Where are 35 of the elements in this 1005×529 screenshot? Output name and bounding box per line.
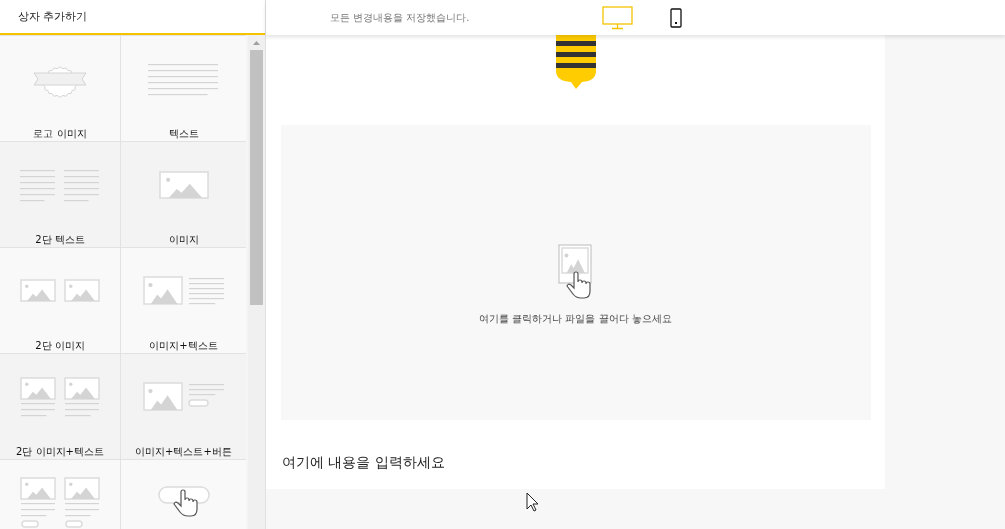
block-tile[interactable]: 이미지+텍스트+버튼 <box>121 354 246 459</box>
mobile-view-button[interactable] <box>670 7 682 28</box>
scrollbar-thumb[interactable] <box>250 50 263 305</box>
two-column-text-icon <box>20 168 100 202</box>
tile-label: 로고 이미지 <box>33 127 87 141</box>
scroll-up-icon[interactable] <box>252 39 261 47</box>
tile-label: 이미지+텍스트+버튼 <box>135 445 232 459</box>
block-tile[interactable]: 2단 이미지+텍스트 <box>0 354 120 459</box>
text-lines-icon <box>147 62 220 96</box>
tile-label: 2단 이미지+텍스트 <box>16 445 104 459</box>
tile-label: 2단 텍스트 <box>35 233 85 247</box>
two-image-text-icon <box>20 377 100 417</box>
tile-label: 이미지+텍스트 <box>149 339 218 353</box>
image-icon <box>158 171 209 199</box>
block-tile[interactable]: 로고 이미지 <box>0 36 120 141</box>
scrollbar[interactable] <box>248 35 265 529</box>
two-images-icon <box>20 279 100 303</box>
save-status: 모든 변경내용을 저장했습니다. <box>330 10 471 25</box>
dropzone-hint: 여기를 클릭하거나 파일을 끌어다 놓으세요 <box>479 312 672 326</box>
tile-label: 이미지 <box>168 233 199 247</box>
image-text-icon <box>142 276 225 306</box>
tile-label: 2단 이미지 <box>35 339 85 353</box>
bee-logo-icon <box>555 35 596 89</box>
block-tile[interactable]: 이미지+텍스트 <box>121 248 246 353</box>
two-image-text-button-icon <box>20 477 100 529</box>
block-tile[interactable]: 텍스트 <box>121 36 246 141</box>
block-tile[interactable]: 이미지 <box>121 142 246 247</box>
body-text-field[interactable]: 여기에 내용을 입력하세요 <box>281 454 870 472</box>
image-text-button-icon <box>142 382 225 412</box>
block-tile[interactable]: 2단 이미지 <box>0 248 120 353</box>
block-tile[interactable]: 2단 텍스트 <box>0 142 120 247</box>
desktop-view-button[interactable] <box>602 5 634 30</box>
mouse-cursor-icon <box>526 492 540 512</box>
image-dropzone[interactable]: 여기를 클릭하거나 파일을 끌어다 놓으세요 <box>280 125 871 420</box>
tile-label: 텍스트 <box>168 127 199 141</box>
